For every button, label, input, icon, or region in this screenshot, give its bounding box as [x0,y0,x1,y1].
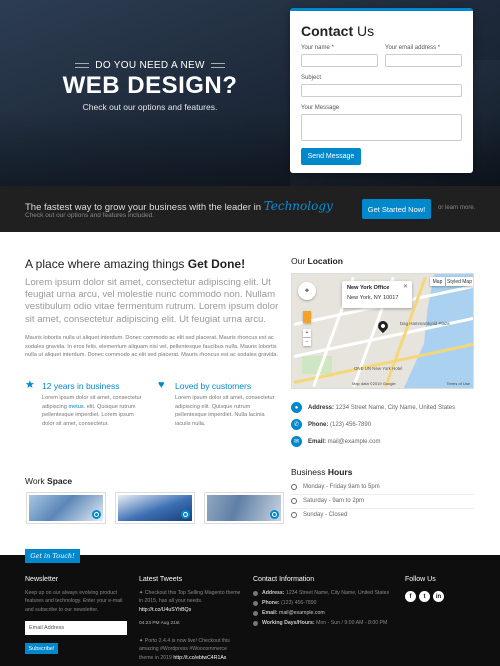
learn-more-link[interactable]: or learn more. [438,205,475,211]
newsletter-email-input[interactable]: Email Address [25,621,127,635]
map-copyright: Map data ©2019 Google [352,381,396,386]
feature-title-years: 12 years in business [42,381,120,391]
hero-subtitle: Check out our options and features. [82,102,218,112]
cta-headline: The fastest way to grow your business wi… [25,199,333,213]
email-text: Email: mail@example.com [308,438,381,445]
hero-title: WEB DESIGN? [62,72,238,99]
clock-icon [291,484,297,490]
phone-icon [253,600,258,606]
feature-link[interactable]: metus [68,404,83,410]
phone-icon: ✆ [291,419,302,430]
location-phone: ✆ Phone: (123) 456-7890 [291,419,371,430]
street-view-icon[interactable] [303,311,311,323]
zoom-in-button[interactable]: + [303,329,311,337]
message-label: Your Message [301,105,340,111]
map-pin-icon: ● [291,402,302,413]
heart-icon: ♥ [158,379,165,391]
tweet-2: ✦ Porto 2.4.4 is now live! Checkout this… [139,638,230,661]
star-icon: ★ [25,379,35,391]
name-input[interactable] [301,54,378,67]
send-message-button[interactable]: Send Message [301,148,361,165]
hours-row: Monday - Friday 9am to 5pm [291,484,380,490]
facebook-icon[interactable]: f [405,591,416,602]
cta-brand: Technology [263,199,333,213]
business-hours-title: Business Hours [291,467,353,477]
tweet-1-link[interactable]: http://t.co/U4uSYhBQs [139,607,191,613]
envelope-icon: ✉ [291,436,302,447]
clock-icon [291,512,297,518]
main-title: A place where amazing things Get Done! [25,257,246,271]
feature-text-years: Lorem ipsum dolor sit amet, consectetur … [42,395,142,427]
get-in-touch-tab: Get in Touch! [25,549,80,563]
envelope-icon [253,610,258,616]
footer-address: Address: 1234 Street Name, City Name, Un… [253,590,389,596]
tweets-heading: Latest Tweets [139,576,183,583]
clock-icon [291,498,297,504]
clock-icon [253,620,258,626]
zoom-out-button[interactable]: − [303,338,311,346]
footer-phone: Phone: (123) 456-7890 [253,600,317,606]
address-text: Address: 1234 Street Name, City Name, Un… [308,404,456,411]
follow-heading: Follow Us [405,576,436,583]
newsletter-heading: Newsletter [25,576,59,583]
work-thumbnail-2[interactable] [116,493,194,523]
linkedin-icon[interactable]: in [433,591,444,602]
map-pan-control-icon[interactable]: ✥ [298,282,316,300]
google-map[interactable]: New York Office New York, NY 10017 ✕ Dag… [291,273,474,389]
hours-row: Sunday - Closed [291,512,347,518]
body-paragraph: Mauris lobortis nulla ut aliquet interdu… [25,335,279,359]
contact-form-title: Contact Us [301,23,375,39]
zoom-icon[interactable] [92,510,101,519]
feature-text-loved: Lorem ipsum dolor sit amet, consectetur … [175,395,275,427]
styled-map-button[interactable]: Styled Map [446,277,473,286]
kicker-bar-right [210,63,225,68]
hours-row: Saturday - 9am to 2pm [291,498,364,504]
subject-input[interactable] [301,84,462,97]
tweet-1: ✦ Checkout this Top Selling Magento them… [139,590,241,613]
subject-label: Subject [301,75,322,81]
map-popup-address: New York, NY 10017 [347,295,399,301]
email-input[interactable] [385,54,462,67]
divider [291,494,474,495]
hero-kicker-text: DO YOU NEED A NEW [95,60,205,71]
get-started-button[interactable]: Get Started Now! [362,199,431,219]
kicker-bar-left [75,63,90,68]
location-email: ✉ Email: mail@example.com [291,436,380,447]
cta-subtext: Check out our options and features inclu… [25,212,155,219]
email-label: Your email address * [385,45,441,51]
footer-hours: Working Days/Hours: Mon - Sun / 9:00 AM … [253,620,387,626]
map-terms-link[interactable]: Terms of Use [446,381,470,386]
name-label: Your name * [301,45,334,51]
close-icon[interactable]: ✕ [403,283,408,290]
phone-text: Phone: (123) 456-7890 [308,421,372,428]
map-type-button[interactable]: Map [430,277,445,286]
location-title: Our Location [291,256,343,266]
divider [291,508,474,509]
tweet-2-link[interactable]: http://t.co/ebtwC4R1As [173,655,226,661]
map-popup-title: New York Office [347,285,390,291]
contact-form-card: Contact Us Your name * Your email addres… [290,8,473,173]
map-info-window: New York Office New York, NY 10017 ✕ [342,281,412,308]
work-thumbnail-3[interactable] [205,493,283,523]
work-thumbnail-1[interactable] [27,493,105,523]
map-label-plaza: Dag Hammarskjold Plaza [400,321,450,326]
zoom-icon[interactable] [270,510,279,519]
subscribe-button[interactable]: Subscribe! [25,643,58,654]
tweet-1-date: 04:23 PM Aug 21st [139,621,180,626]
map-pin-icon [253,590,258,596]
location-address: ● Address: 1234 Street Name, City Name, … [291,402,455,413]
footer-email: Email: mail@example.com [253,610,325,616]
map-label-hotel: ONE UN New York Hotel [354,366,403,371]
message-textarea[interactable] [301,114,462,141]
hero-kicker: DO YOU NEED A NEW [60,60,240,71]
contact-info-heading: Contact Information [253,576,315,583]
lead-paragraph: Lorem ipsum dolor sit amet, consectetur … [25,277,279,325]
feature-title-loved: Loved by customers [175,381,252,391]
newsletter-text: Keep up on our always evolving product f… [25,590,123,613]
work-space-title: Work Space [25,476,73,486]
twitter-icon[interactable]: t [419,591,430,602]
zoom-icon[interactable] [181,510,190,519]
